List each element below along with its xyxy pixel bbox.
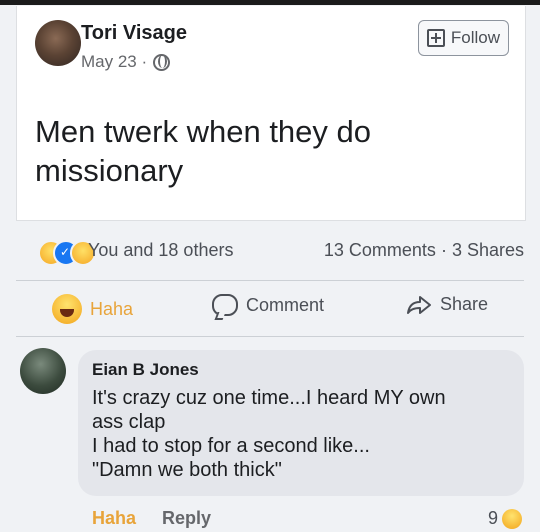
comment-actions: Haha Reply xyxy=(92,508,211,529)
comment-label: Comment xyxy=(246,294,325,315)
action-bar: Haha Comment Share xyxy=(16,290,524,330)
top-border xyxy=(0,0,540,5)
divider xyxy=(16,336,524,337)
comment-haha-button[interactable]: Haha xyxy=(92,508,136,529)
shares-count[interactable]: 3 Shares xyxy=(452,240,524,260)
engagement-counts: 13 Comments · 3 Shares xyxy=(324,240,524,261)
post-card: Tori Visage May 23 · Follow Men twerk wh… xyxy=(16,6,526,221)
comment-reaction-count[interactable]: 9 xyxy=(488,508,522,529)
comment-line: It's crazy cuz one time...I heard MY own xyxy=(92,387,446,409)
comment-text: It's crazy cuz one time...I heard MY own… xyxy=(92,386,512,482)
share-button[interactable]: Share xyxy=(406,294,488,315)
comment-reply-button[interactable]: Reply xyxy=(162,508,211,529)
share-label: Share xyxy=(440,294,489,314)
share-icon xyxy=(406,295,432,315)
comment-icon xyxy=(212,294,238,316)
follow-button[interactable]: Follow xyxy=(417,20,509,56)
comment-line: ass clap xyxy=(92,411,166,433)
post-date[interactable]: May 23 · xyxy=(81,52,147,72)
post-text: Men twerk when they do missionary xyxy=(35,114,372,188)
comment-reaction-number: 9 xyxy=(487,508,498,528)
globe-icon xyxy=(153,53,171,71)
comment-button[interactable]: Comment xyxy=(212,294,324,316)
follow-label: Follow xyxy=(450,28,500,47)
commenter-avatar[interactable] xyxy=(20,348,66,394)
comment-line: "Damn we both thick" xyxy=(92,459,282,481)
author-name[interactable]: Tori Visage xyxy=(81,22,187,45)
comments-count[interactable]: 13 Comments xyxy=(324,240,436,260)
haha-icon xyxy=(502,508,522,529)
reaction-summary: You and 18 others 13 Comments · 3 Shares xyxy=(16,232,524,268)
comment-line: I had to stop for a second like... xyxy=(92,435,370,457)
divider xyxy=(16,280,524,281)
post-meta: May 23 · xyxy=(81,52,171,72)
haha-label: Haha xyxy=(90,298,134,319)
count-separator: · xyxy=(440,240,447,260)
commenter-name[interactable]: Eian B Jones xyxy=(92,360,199,380)
comment-bubble: Eian B Jones It's crazy cuz one time...I… xyxy=(78,350,524,496)
author-avatar[interactable] xyxy=(35,20,81,66)
plus-icon xyxy=(426,29,445,47)
haha-button[interactable]: Haha xyxy=(52,294,133,324)
haha-icon xyxy=(52,294,82,324)
reaction-count-text[interactable]: You and 18 others xyxy=(88,240,233,261)
